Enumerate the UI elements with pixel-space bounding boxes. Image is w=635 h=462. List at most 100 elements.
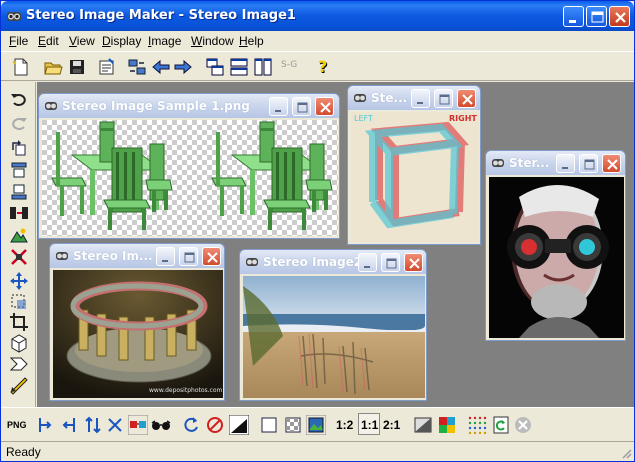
- maximize-icon: [386, 258, 397, 269]
- fit-left-icon[interactable]: [35, 415, 55, 435]
- align-top-icon[interactable]: [9, 160, 29, 180]
- swap-images-icon[interactable]: [127, 57, 147, 77]
- refresh-page-icon[interactable]: [491, 415, 511, 435]
- no-crosstalk-icon[interactable]: [205, 415, 225, 435]
- sample-window-title: Stereo Image Sample 1.png: [62, 99, 250, 113]
- zoom-one-button-frame[interactable]: 1:1: [358, 413, 380, 435]
- cube-close-button[interactable]: [457, 89, 476, 108]
- select-region-icon[interactable]: [9, 292, 29, 312]
- window-cube-titlebar[interactable]: Ste...: [348, 86, 480, 110]
- arrow-right-icon[interactable]: [173, 57, 193, 77]
- checker-background-icon[interactable]: [283, 415, 303, 435]
- save-icon[interactable]: [67, 57, 87, 77]
- close-icon: [462, 94, 473, 105]
- zoom-half-button[interactable]: 1:2: [336, 418, 353, 432]
- new-file-icon[interactable]: [11, 57, 31, 77]
- close-icon: [607, 159, 618, 170]
- title-bar[interactable]: Stereo Image Maker - Stereo Image1: [1, 1, 634, 31]
- window-stereo-sample[interactable]: Stereo Image Sample 1.png: [38, 93, 340, 239]
- move-icon[interactable]: [9, 271, 29, 291]
- zoom-double-button[interactable]: 2:1: [383, 418, 400, 432]
- ring-minimize-button[interactable]: [156, 247, 175, 266]
- cube-maximize-button[interactable]: [434, 89, 453, 108]
- tile-vertical-icon[interactable]: [253, 57, 273, 77]
- window-face-titlebar[interactable]: Ster...: [486, 151, 625, 175]
- menu-edit[interactable]: Edit: [38, 34, 59, 48]
- reload-icon[interactable]: [181, 415, 201, 435]
- cross-arrows-icon[interactable]: [105, 415, 125, 435]
- levels-icon[interactable]: [229, 415, 249, 435]
- beach-window-icon: [246, 258, 258, 266]
- auto-align-icon[interactable]: [9, 247, 29, 267]
- vertical-arrows-icon[interactable]: [83, 415, 103, 435]
- face-anaglyph-image: [489, 177, 624, 338]
- cascade-windows-icon[interactable]: [205, 57, 225, 77]
- maximize-button[interactable]: [586, 6, 607, 27]
- fit-right-icon[interactable]: [59, 415, 79, 435]
- help-icon[interactable]: ??: [313, 57, 333, 77]
- rotate-icon[interactable]: [9, 138, 29, 158]
- crop-icon[interactable]: [9, 312, 29, 332]
- edit-tool-icon[interactable]: [9, 375, 29, 395]
- sample-minimize-button[interactable]: [269, 97, 288, 116]
- menu-view[interactable]: View: [69, 34, 95, 48]
- menu-help[interactable]: Help: [239, 34, 264, 48]
- open-folder-icon[interactable]: [43, 57, 63, 77]
- window-ring-titlebar[interactable]: Stereo Im...: [50, 244, 224, 268]
- face-maximize-button[interactable]: [579, 154, 598, 173]
- window-ring[interactable]: Stereo Im... www.depositphotos.com: [49, 243, 225, 401]
- properties-icon[interactable]: [97, 57, 117, 77]
- skew-icon[interactable]: [9, 354, 29, 374]
- sample-close-button[interactable]: [315, 97, 334, 116]
- redo-icon[interactable]: [9, 113, 29, 133]
- sg-label[interactable]: S-G: [281, 60, 297, 70]
- undo-icon[interactable]: [9, 89, 29, 109]
- face-window-icon: [492, 159, 504, 167]
- color-adjust-icon[interactable]: [9, 226, 29, 246]
- cube-minimize-button[interactable]: [411, 89, 430, 108]
- face-minimize-button[interactable]: [556, 154, 575, 173]
- face-close-button[interactable]: [602, 154, 621, 173]
- perspective-icon[interactable]: [9, 333, 29, 353]
- anaglyph-glasses-icon[interactable]: [128, 415, 148, 435]
- menu-file[interactable]: File: [9, 34, 28, 48]
- anaglyph-cube-picture: LEFT RIGHT: [351, 112, 479, 242]
- maximize-icon: [297, 102, 308, 113]
- sample-maximize-button[interactable]: [292, 97, 311, 116]
- ring-maximize-button[interactable]: [179, 247, 198, 266]
- beach-minimize-button[interactable]: [358, 253, 377, 272]
- maximize-icon: [184, 252, 195, 263]
- tile-horizontal-icon[interactable]: [229, 57, 249, 77]
- dot-grid-icon[interactable]: [467, 415, 487, 435]
- beach-close-button[interactable]: [404, 253, 423, 272]
- window-face[interactable]: Ster...: [485, 150, 626, 341]
- white-background-icon[interactable]: [259, 415, 279, 435]
- image-background-icon[interactable]: [306, 415, 326, 435]
- cancel-icon[interactable]: [513, 415, 533, 435]
- zoom-one-button[interactable]: 1:1: [361, 418, 378, 432]
- arrow-left-icon[interactable]: [151, 57, 171, 77]
- color-palette-icon[interactable]: [437, 415, 457, 435]
- close-button[interactable]: [609, 6, 630, 27]
- bottom-toolbar: PNG 1:2 1:1 2:1: [1, 407, 634, 441]
- window-sample-titlebar[interactable]: Stereo Image Sample 1.png: [39, 94, 339, 118]
- side-by-side-icon[interactable]: [9, 203, 29, 223]
- beach-maximize-button[interactable]: [381, 253, 400, 272]
- window-beach[interactable]: Stereo Image2: [239, 249, 427, 401]
- minimize-button[interactable]: [563, 6, 584, 27]
- cube-left-label: LEFT: [354, 114, 373, 123]
- menu-image[interactable]: Image: [148, 34, 181, 48]
- menu-window[interactable]: Window: [191, 34, 234, 48]
- shutter-glasses-icon[interactable]: [151, 415, 171, 435]
- grayscale-icon[interactable]: [413, 415, 433, 435]
- menu-bar: File Edit View Display Image Window Help: [1, 31, 634, 50]
- ring-close-button[interactable]: [202, 247, 221, 266]
- align-bottom-icon[interactable]: [9, 182, 29, 202]
- window-cube[interactable]: Ste... LEFT RIGHT: [347, 85, 481, 245]
- minimize-icon: [569, 20, 576, 23]
- window-beach-titlebar[interactable]: Stereo Image2: [240, 250, 426, 274]
- png-button[interactable]: PNG: [7, 420, 27, 430]
- window-title: Stereo Image Maker - Stereo Image1: [26, 8, 296, 23]
- resize-grip-icon[interactable]: [620, 447, 632, 459]
- menu-display[interactable]: Display: [102, 34, 141, 48]
